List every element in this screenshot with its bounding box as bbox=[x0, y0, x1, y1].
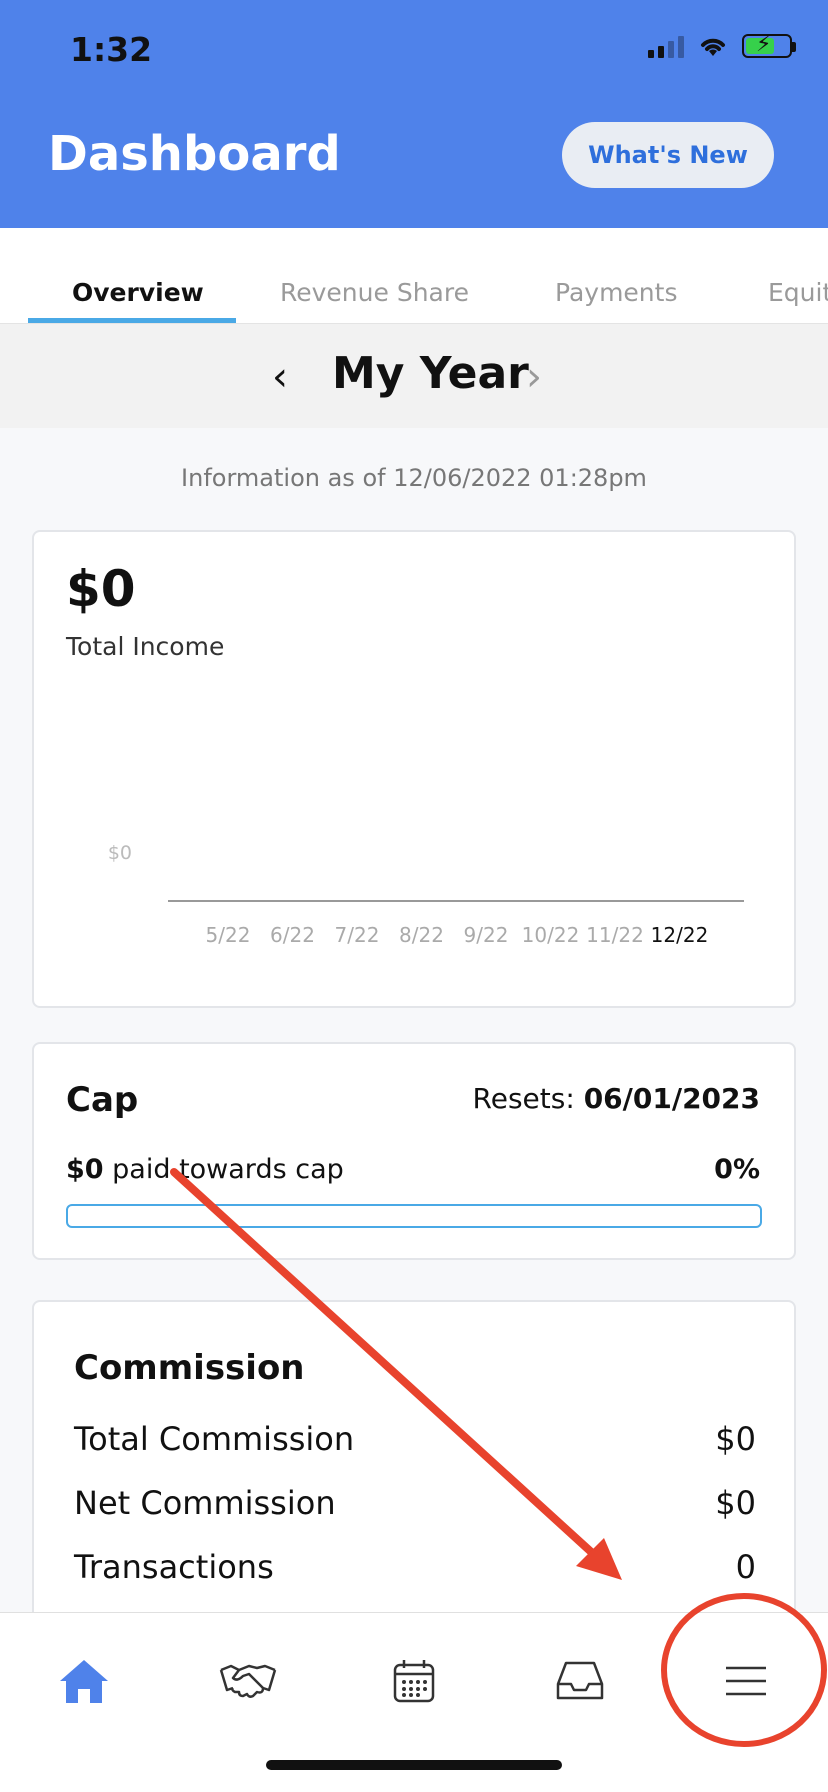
cap-percent: 0% bbox=[714, 1154, 760, 1185]
cap-progress-bar bbox=[66, 1204, 762, 1228]
cap-card: Cap Resets: 06/01/2023 $0 paid towards c… bbox=[32, 1042, 796, 1260]
x-tick-label: 7/22 bbox=[335, 923, 380, 947]
battery-icon: ⚡ bbox=[742, 32, 796, 58]
inbox-icon bbox=[556, 1661, 604, 1700]
status-time: 1:32 bbox=[70, 30, 153, 69]
cap-resets: Resets: 06/01/2023 bbox=[473, 1082, 760, 1115]
tab-equity[interactable]: Equit bbox=[768, 278, 828, 307]
nav-deals[interactable] bbox=[218, 1651, 278, 1711]
nav-inbox[interactable] bbox=[550, 1651, 610, 1711]
wifi-icon bbox=[701, 38, 725, 56]
cap-resets-label: Resets: bbox=[472, 1082, 575, 1115]
whats-new-button[interactable]: What's New bbox=[562, 122, 774, 188]
year-selector: ‹ My Year › bbox=[0, 324, 828, 428]
home-indicator bbox=[266, 1760, 562, 1770]
commission-row-value: $0 bbox=[715, 1420, 756, 1458]
commission-row-label: Total Commission bbox=[74, 1420, 355, 1458]
commission-row: Total Commission $0 bbox=[74, 1420, 756, 1458]
tab-revenue-share[interactable]: Revenue Share bbox=[280, 278, 469, 307]
x-tick-label: 6/22 bbox=[270, 923, 315, 947]
nav-home[interactable] bbox=[54, 1651, 114, 1711]
income-card: $0 Total Income $0 5/22 6/22 7/22 8/22 9/22 10… bbox=[32, 530, 796, 1008]
y-tick-label: $0 bbox=[108, 842, 132, 864]
commission-row-label: Transactions bbox=[74, 1548, 274, 1586]
commission-title: Commission bbox=[74, 1348, 305, 1388]
calendar-icon bbox=[393, 1660, 435, 1703]
chevron-left-icon[interactable]: ‹ bbox=[272, 354, 288, 400]
x-tick-label: 11/22 bbox=[586, 923, 644, 947]
cap-paid-amount: $0 bbox=[66, 1154, 104, 1185]
cap-title: Cap bbox=[66, 1080, 139, 1120]
home-icon bbox=[60, 1660, 108, 1703]
tab-overview[interactable]: Overview bbox=[72, 278, 204, 307]
commission-row-value: $0 bbox=[715, 1484, 756, 1522]
info-timestamp: Information as of 12/06/2022 01:28pm bbox=[181, 464, 647, 492]
tab-active-indicator bbox=[28, 318, 236, 323]
handshake-icon bbox=[219, 1664, 277, 1698]
commission-row-label: Net Commission bbox=[74, 1484, 336, 1522]
menu-icon bbox=[726, 1666, 766, 1696]
cap-resets-date: 06/01/2023 bbox=[583, 1082, 760, 1115]
app-header: 1:32 ⚡ Dashboard What's New bbox=[0, 0, 828, 228]
commission-row: Net Commission $0 bbox=[74, 1484, 756, 1522]
chevron-right-icon[interactable]: › bbox=[526, 354, 542, 400]
x-tick-label: 8/22 bbox=[399, 923, 444, 947]
tab-payments[interactable]: Payments bbox=[555, 278, 677, 307]
tab-bar: Overview Revenue Share Payments Equit bbox=[0, 228, 828, 324]
x-tick-label: 9/22 bbox=[464, 923, 509, 947]
income-chart: $0 5/22 6/22 7/22 8/22 9/22 10/22 11/22 12/22 bbox=[108, 842, 744, 947]
cap-paid: $0 paid towards cap bbox=[66, 1154, 344, 1185]
x-tick-label: 10/22 bbox=[522, 923, 580, 947]
commission-row: Transactions 0 bbox=[74, 1548, 756, 1586]
commission-row-value: 0 bbox=[735, 1548, 756, 1586]
page-title: Dashboard bbox=[48, 126, 341, 182]
cap-paid-text: paid towards cap bbox=[112, 1154, 344, 1185]
signal-icon bbox=[648, 34, 684, 58]
nav-calendar[interactable] bbox=[384, 1651, 444, 1711]
year-label: My Year bbox=[332, 348, 529, 399]
status-icons: ⚡ bbox=[648, 32, 796, 58]
x-tick-label: 5/22 bbox=[206, 923, 251, 947]
nav-menu[interactable] bbox=[716, 1651, 776, 1711]
x-tick-label: 12/22 bbox=[651, 923, 709, 947]
